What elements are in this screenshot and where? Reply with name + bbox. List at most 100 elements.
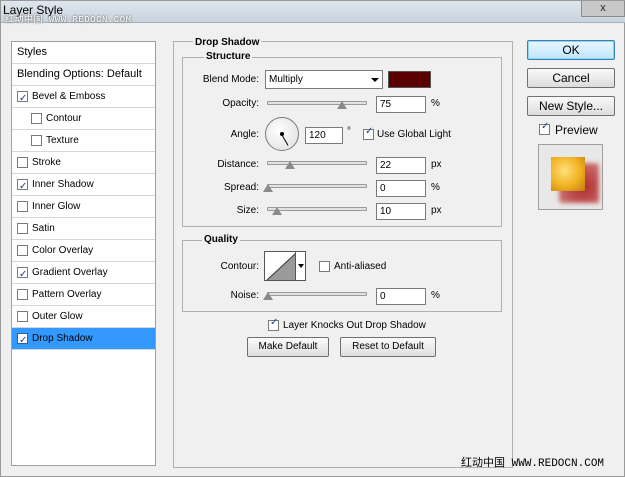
angle-label: Angle: xyxy=(230,129,259,140)
use-global-light-checkbox[interactable] xyxy=(363,126,374,140)
sidebar-item-satin[interactable]: Satin xyxy=(12,218,155,240)
sidebar-item-label: Inner Glow xyxy=(32,201,81,212)
spread-slider-thumb[interactable] xyxy=(263,184,273,192)
chevron-down-icon xyxy=(298,264,304,268)
close-button[interactable]: x xyxy=(581,1,625,17)
noise-input[interactable]: 0 xyxy=(376,288,426,305)
size-slider-thumb[interactable] xyxy=(272,207,282,215)
distance-label: Distance: xyxy=(217,159,259,170)
make-default-button[interactable]: Make Default xyxy=(247,337,329,357)
quality-title: Quality xyxy=(202,234,240,245)
distance-slider-thumb[interactable] xyxy=(285,161,295,169)
new-style-button[interactable]: New Style... xyxy=(527,96,615,116)
blend-mode-label: Blend Mode: xyxy=(202,74,259,85)
size-unit: px xyxy=(431,205,442,216)
spread-unit: % xyxy=(431,182,440,193)
size-slider[interactable] xyxy=(267,207,367,211)
distance-input[interactable]: 22 xyxy=(376,157,426,174)
distance-unit: px xyxy=(431,159,442,170)
sidebar-item-label: Outer Glow xyxy=(32,311,83,322)
shadow-color-swatch[interactable] xyxy=(388,71,431,88)
reset-to-default-button[interactable]: Reset to Default xyxy=(340,337,436,357)
opacity-label: Opacity: xyxy=(222,98,259,109)
sidebar-item-label: Blending Options: Default xyxy=(17,68,142,80)
style-preview-thumbnail xyxy=(538,144,603,210)
drop-shadow-title: Drop Shadow xyxy=(193,37,262,48)
sidebar-item-label: Pattern Overlay xyxy=(32,289,102,300)
layer-style-dialog: Layer Style 红动中国 WWW.REDOCN.COM x Styles… xyxy=(0,0,625,477)
contour-label: Contour: xyxy=(220,261,259,272)
sidebar-item-drop-shadow[interactable]: Drop Shadow xyxy=(12,328,155,351)
watermark-bottom: 红动中国 WWW.REDOCN.COM xyxy=(461,458,605,470)
preview-fill xyxy=(551,157,585,191)
sidebar-item-label: Gradient Overlay xyxy=(32,267,108,278)
title-bar[interactable]: Layer Style 红动中国 WWW.REDOCN.COM x xyxy=(1,1,625,25)
inner-glow-checkbox[interactable] xyxy=(17,201,28,212)
texture-checkbox[interactable] xyxy=(31,135,42,146)
contour-picker[interactable] xyxy=(264,251,296,281)
sidebar-item-gradient-overlay[interactable]: Gradient Overlay xyxy=(12,262,155,285)
sidebar-item-texture[interactable]: Texture xyxy=(12,130,155,152)
contour-curve-icon xyxy=(266,253,295,280)
drop-shadow-checkbox[interactable] xyxy=(17,330,28,351)
opacity-slider-thumb[interactable] xyxy=(337,101,347,109)
blend-mode-select[interactable]: Multiply xyxy=(265,70,383,89)
sidebar-item-label: Contour xyxy=(46,113,82,124)
color-overlay-checkbox[interactable] xyxy=(17,245,28,256)
sidebar-item-label: Satin xyxy=(32,223,55,234)
noise-slider[interactable] xyxy=(267,292,367,296)
sidebar-item-contour[interactable]: Contour xyxy=(12,108,155,130)
opacity-unit: % xyxy=(431,98,440,109)
size-input[interactable]: 10 xyxy=(376,203,426,220)
satin-checkbox[interactable] xyxy=(17,223,28,234)
noise-slider-thumb[interactable] xyxy=(263,292,273,300)
styles-list: Styles Blending Options: Default Bevel &… xyxy=(11,41,156,466)
pattern-overlay-checkbox[interactable] xyxy=(17,289,28,300)
sidebar-item-blending-options[interactable]: Blending Options: Default xyxy=(12,64,155,86)
watermark-top: 红动中国 WWW.REDOCN.COM xyxy=(5,15,132,25)
anti-aliased-checkbox[interactable] xyxy=(319,261,330,272)
quality-group xyxy=(182,240,502,312)
use-global-light-label: Use Global Light xyxy=(377,129,451,140)
size-label: Size: xyxy=(236,205,259,216)
sidebar-item-inner-shadow[interactable]: Inner Shadow xyxy=(12,174,155,197)
stroke-checkbox[interactable] xyxy=(17,157,28,168)
sidebar-item-styles[interactable]: Styles xyxy=(12,42,155,64)
preview-checkbox[interactable] xyxy=(539,121,550,135)
preview-label: Preview xyxy=(555,123,598,137)
gradient-overlay-checkbox[interactable] xyxy=(17,264,28,285)
cancel-button[interactable]: Cancel xyxy=(527,68,615,88)
sidebar-item-color-overlay[interactable]: Color Overlay xyxy=(12,240,155,262)
sidebar-item-pattern-overlay[interactable]: Pattern Overlay xyxy=(12,284,155,306)
sidebar-item-bevel-emboss[interactable]: Bevel & Emboss xyxy=(12,86,155,109)
sidebar-item-outer-glow[interactable]: Outer Glow xyxy=(12,306,155,328)
angle-center-dot xyxy=(280,132,284,136)
noise-label: Noise: xyxy=(230,290,259,301)
opacity-slider[interactable] xyxy=(267,101,367,105)
angle-dial[interactable] xyxy=(265,117,299,151)
spread-slider[interactable] xyxy=(267,184,367,188)
sidebar-item-inner-glow[interactable]: Inner Glow xyxy=(12,196,155,218)
angle-input[interactable]: 120 xyxy=(305,127,343,144)
sidebar-item-stroke[interactable]: Stroke xyxy=(12,152,155,174)
contour-checkbox[interactable] xyxy=(31,113,42,124)
distance-slider[interactable] xyxy=(267,161,367,165)
sidebar-item-label: Color Overlay xyxy=(32,245,94,256)
sidebar-item-label: Stroke xyxy=(32,157,61,168)
sidebar-item-label: Drop Shadow xyxy=(32,333,93,344)
knockout-checkbox[interactable] xyxy=(268,317,279,331)
knockout-label: Layer Knocks Out Drop Shadow xyxy=(283,320,426,331)
sidebar-item-label: Bevel & Emboss xyxy=(32,91,106,102)
opacity-input[interactable]: 75 xyxy=(376,96,426,113)
contour-dropdown[interactable] xyxy=(296,251,306,281)
bevel-emboss-checkbox[interactable] xyxy=(17,88,28,109)
outer-glow-checkbox[interactable] xyxy=(17,311,28,322)
spread-input[interactable]: 0 xyxy=(376,180,426,197)
spread-label: Spread: xyxy=(223,182,259,193)
anti-aliased-label: Anti-aliased xyxy=(334,261,387,272)
noise-unit: % xyxy=(431,290,440,301)
ok-button[interactable]: OK xyxy=(527,40,615,60)
sidebar-item-label: Texture xyxy=(46,135,79,146)
structure-title: Structure xyxy=(204,51,253,62)
inner-shadow-checkbox[interactable] xyxy=(17,176,28,197)
